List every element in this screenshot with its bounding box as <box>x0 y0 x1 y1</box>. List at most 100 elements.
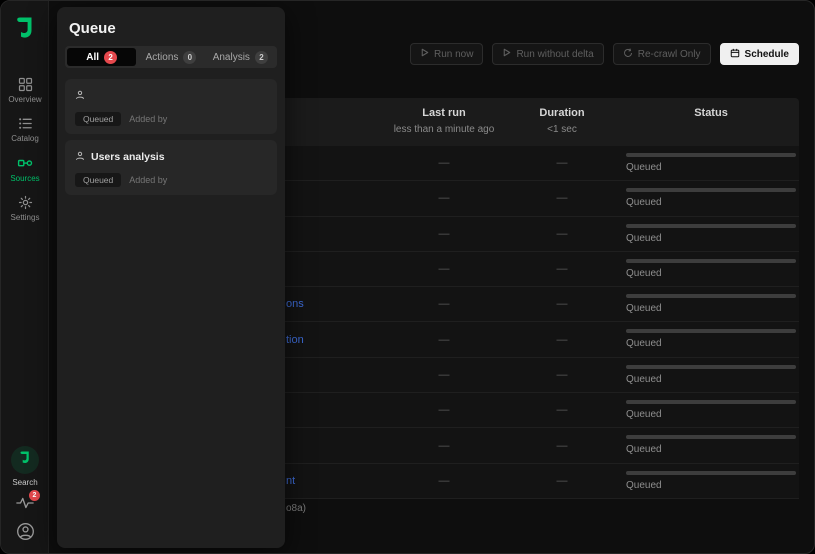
status-badge: Queued <box>75 173 121 187</box>
status-label: Queued <box>626 444 796 455</box>
queue-item[interactable]: Users analysis Queued Added by <box>65 140 277 195</box>
duration-value: — <box>557 404 568 416</box>
refresh-icon <box>623 48 633 61</box>
notifications-badge: 2 <box>29 490 40 501</box>
tab-label: All <box>86 52 99 63</box>
sidebar-item-settings[interactable]: Settings <box>1 195 49 222</box>
progress-bar <box>626 188 796 192</box>
run-now-button[interactable]: Run now <box>410 43 483 65</box>
column-header-last-run: Last run <box>422 107 465 119</box>
queue-item-meta-row: Queued Added by <box>75 173 267 187</box>
toolbar: Run now Run without delta Re-crawl Only … <box>410 43 799 65</box>
row-name-link[interactable]: nt <box>286 475 295 487</box>
play-icon <box>420 48 429 60</box>
progress-bar <box>626 400 796 404</box>
tab-badge: 2 <box>255 51 268 64</box>
status-label: Queued <box>626 303 796 314</box>
duration-value: — <box>557 263 568 275</box>
duration-value: — <box>557 440 568 452</box>
tab-actions[interactable]: Actions 0 <box>136 48 205 66</box>
account-icon <box>16 522 35 546</box>
added-by-label: Added by <box>129 175 167 185</box>
last-run-value: — <box>439 440 450 452</box>
status-cell: Queued <box>626 224 796 244</box>
status-label: Queued <box>626 480 796 491</box>
last-run-value: — <box>439 475 450 487</box>
sidebar-item-catalog[interactable]: Catalog <box>1 116 49 143</box>
summary-duration: <1 sec <box>547 124 577 135</box>
person-icon <box>75 87 85 105</box>
duration-value: — <box>557 298 568 310</box>
schedule-button[interactable]: Schedule <box>720 43 799 65</box>
button-label: Re-crawl Only <box>638 49 701 60</box>
button-label: Run without delta <box>516 49 593 60</box>
sidebar-item-label: Sources <box>10 174 39 183</box>
sidebar-item-sources[interactable]: Sources <box>1 155 49 183</box>
duration-value: — <box>557 228 568 240</box>
sidebar-item-overview[interactable]: Overview <box>1 77 49 104</box>
row-name-link[interactable]: ons <box>286 298 304 310</box>
duration-value: — <box>557 157 568 169</box>
app-logo-icon <box>13 15 37 46</box>
tab-all[interactable]: All 2 <box>67 48 136 66</box>
status-label: Queued <box>626 197 796 208</box>
summary-last-run: less than a minute ago <box>394 124 495 135</box>
queue-item-header: Users analysis <box>75 148 267 166</box>
search-logo-icon <box>18 450 32 470</box>
last-run-value: — <box>439 404 450 416</box>
queue-item[interactable]: Queued Added by <box>65 79 277 134</box>
sidebar-item-label: Overview <box>8 95 41 104</box>
column-header-status: Status <box>694 107 728 119</box>
duration-value: — <box>557 475 568 487</box>
duration-value: — <box>557 369 568 381</box>
run-without-delta-button[interactable]: Run without delta <box>492 43 603 65</box>
sidebar-nav: Overview Catalog Sources Settings <box>1 77 49 222</box>
column-header-duration: Duration <box>539 107 584 119</box>
status-label: Queued <box>626 374 796 385</box>
drawer-title: Queue <box>57 7 285 37</box>
last-run-value: — <box>439 157 450 169</box>
activity-button[interactable]: 2 <box>12 494 38 516</box>
account-button[interactable] <box>12 523 38 545</box>
last-run-value: — <box>439 369 450 381</box>
queue-tabs: All 2 Actions 0 Analysis 2 <box>65 46 277 68</box>
row-name-link[interactable]: tion <box>286 334 304 346</box>
queue-list: Queued Added by Users analysis Queued Added … <box>57 79 285 195</box>
play-icon <box>502 48 511 60</box>
status-label: Queued <box>626 338 796 349</box>
duration-value: — <box>557 334 568 346</box>
tab-label: Analysis <box>213 52 250 63</box>
status-label: Queued <box>626 162 796 173</box>
status-badge: Queued <box>75 112 121 126</box>
progress-bar <box>626 224 796 228</box>
status-label: Queued <box>626 409 796 420</box>
status-cell: Queued <box>626 153 796 173</box>
added-by-label: Added by <box>129 114 167 124</box>
status-cell: Queued <box>626 329 796 349</box>
person-icon <box>75 148 85 166</box>
app-window: Overview Catalog Sources Settings <box>0 0 815 554</box>
gear-icon <box>18 195 33 210</box>
status-cell: Queued <box>626 294 796 314</box>
tab-analysis[interactable]: Analysis 2 <box>206 48 275 66</box>
search-label: Search <box>12 478 37 487</box>
queue-item-header <box>75 87 267 105</box>
sidebar: Overview Catalog Sources Settings <box>1 1 49 553</box>
button-label: Run now <box>434 49 473 60</box>
sidebar-item-label: Catalog <box>11 134 39 143</box>
queue-item-title: Users analysis <box>91 151 165 163</box>
last-run-value: — <box>439 334 450 346</box>
last-run-value: — <box>439 228 450 240</box>
tab-label: Actions <box>146 52 179 63</box>
status-label: Queued <box>626 233 796 244</box>
progress-bar <box>626 329 796 333</box>
progress-bar <box>626 259 796 263</box>
status-cell: Queued <box>626 435 796 455</box>
footer-fragment: o8a) <box>286 503 306 514</box>
recrawl-only-button[interactable]: Re-crawl Only <box>613 43 711 65</box>
last-run-value: — <box>439 263 450 275</box>
search-button[interactable] <box>11 446 39 474</box>
queue-item-meta-row: Queued Added by <box>75 112 267 126</box>
grid-icon <box>18 77 33 92</box>
status-cell: Queued <box>626 400 796 420</box>
